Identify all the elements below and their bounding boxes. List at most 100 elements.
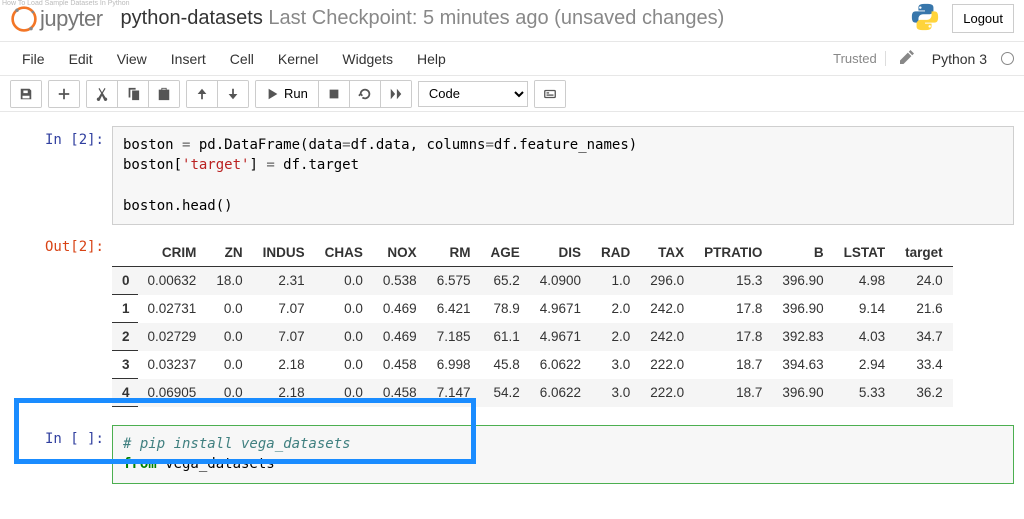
kernel-name[interactable]: Python 3 bbox=[928, 51, 987, 67]
cell-value: 396.90 bbox=[772, 379, 833, 407]
move-up-button[interactable] bbox=[187, 81, 218, 107]
input-prompt: In [ ]: bbox=[20, 425, 112, 484]
cell-value: 0.0 bbox=[315, 267, 373, 295]
interrupt-button[interactable] bbox=[319, 81, 350, 107]
trusted-indicator[interactable]: Trusted bbox=[833, 51, 886, 66]
save-button[interactable] bbox=[11, 81, 41, 107]
table-row: 10.027310.07.070.00.4696.42178.94.96712.… bbox=[112, 295, 953, 323]
dataframe-output: CRIMZNINDUSCHASNOXRMAGEDISRADTAXPTRATIOB… bbox=[112, 233, 1014, 413]
jupyter-logo[interactable]: jupyter bbox=[10, 5, 103, 33]
command-palette-button[interactable] bbox=[535, 81, 565, 107]
code-cell-3[interactable]: In [ ]: # pip install vega_datasets from… bbox=[0, 421, 1024, 488]
output-cell-2: Out[2]: CRIMZNINDUSCHASNOXRMAGEDISRADTAX… bbox=[0, 229, 1024, 417]
input-prompt: In [2]: bbox=[20, 126, 112, 225]
column-header: RAD bbox=[591, 239, 640, 267]
menu-edit[interactable]: Edit bbox=[57, 45, 105, 73]
cell-value: 0.0 bbox=[315, 379, 373, 407]
cell-value: 396.90 bbox=[772, 295, 833, 323]
cell-value: 6.0622 bbox=[530, 379, 591, 407]
cell-value: 18.7 bbox=[694, 351, 772, 379]
cell-value: 17.8 bbox=[694, 295, 772, 323]
celltype-select[interactable]: Code bbox=[418, 81, 528, 107]
cell-value: 0.469 bbox=[373, 323, 427, 351]
cell-value: 394.63 bbox=[772, 351, 833, 379]
cell-value: 242.0 bbox=[640, 323, 694, 351]
cell-value: 36.2 bbox=[895, 379, 953, 407]
column-header: ZN bbox=[206, 239, 252, 267]
cell-value: 0.0 bbox=[206, 323, 252, 351]
cell-value: 0.0 bbox=[315, 323, 373, 351]
menu-help[interactable]: Help bbox=[405, 45, 458, 73]
cell-value: 0.0 bbox=[206, 379, 252, 407]
cell-value: 18.0 bbox=[206, 267, 252, 295]
menu-kernel[interactable]: Kernel bbox=[266, 45, 330, 73]
logout-button[interactable]: Logout bbox=[952, 4, 1014, 33]
column-header: INDUS bbox=[253, 239, 315, 267]
cell-value: 0.538 bbox=[373, 267, 427, 295]
cell-value: 15.3 bbox=[694, 267, 772, 295]
code-input[interactable]: # pip install vega_datasets from vega_da… bbox=[112, 425, 1014, 484]
menu-bar: File Edit View Insert Cell Kernel Widget… bbox=[0, 42, 1024, 76]
run-button[interactable]: Run bbox=[256, 81, 319, 107]
column-header: LSTAT bbox=[834, 239, 896, 267]
checkpoint-status: Last Checkpoint: 5 minutes ago bbox=[263, 7, 554, 29]
column-header: DIS bbox=[530, 239, 591, 267]
dataframe-table: CRIMZNINDUSCHASNOXRMAGEDISRADTAXPTRATIOB… bbox=[112, 239, 953, 407]
menu-insert[interactable]: Insert bbox=[159, 45, 218, 73]
menu-cell[interactable]: Cell bbox=[218, 45, 266, 73]
cell-value: 78.9 bbox=[480, 295, 529, 323]
cell-value: 7.07 bbox=[253, 295, 315, 323]
cell-value: 0.469 bbox=[373, 295, 427, 323]
paste-button[interactable] bbox=[149, 81, 179, 107]
notebook-name: python-datasets bbox=[121, 7, 263, 29]
cell-value: 2.0 bbox=[591, 295, 640, 323]
cell-value: 4.9671 bbox=[530, 323, 591, 351]
notebook: In [2]: boston = pd.DataFrame(data=df.da… bbox=[0, 112, 1024, 488]
cell-value: 24.0 bbox=[895, 267, 953, 295]
cell-value: 6.0622 bbox=[530, 351, 591, 379]
table-row: 20.027290.07.070.00.4697.18561.14.96712.… bbox=[112, 323, 953, 351]
cut-button[interactable] bbox=[87, 81, 118, 107]
restart-button[interactable] bbox=[350, 81, 381, 107]
cell-value: 0.00632 bbox=[138, 267, 207, 295]
insert-cell-button[interactable] bbox=[49, 81, 79, 107]
copy-button[interactable] bbox=[118, 81, 149, 107]
edit-icon[interactable] bbox=[894, 50, 920, 67]
cell-value: 0.0 bbox=[315, 351, 373, 379]
cell-value: 2.18 bbox=[253, 351, 315, 379]
cell-value: 21.6 bbox=[895, 295, 953, 323]
move-down-button[interactable] bbox=[218, 81, 248, 107]
cell-value: 242.0 bbox=[640, 295, 694, 323]
python-icon bbox=[910, 2, 940, 35]
column-header: NOX bbox=[373, 239, 427, 267]
restart-run-button[interactable] bbox=[381, 81, 411, 107]
toolbar: Run Code bbox=[0, 76, 1024, 112]
column-header: PTRATIO bbox=[694, 239, 772, 267]
table-row: 40.069050.02.180.00.4587.14754.26.06223.… bbox=[112, 379, 953, 407]
cell-value: 0.0 bbox=[315, 295, 373, 323]
notebook-title[interactable]: python-datasets Last Checkpoint: 5 minut… bbox=[121, 7, 899, 30]
cell-value: 0.0 bbox=[206, 351, 252, 379]
cell-value: 3.0 bbox=[591, 379, 640, 407]
cell-value: 0.03237 bbox=[138, 351, 207, 379]
code-input[interactable]: boston = pd.DataFrame(data=df.data, colu… bbox=[112, 126, 1014, 225]
output-prompt: Out[2]: bbox=[20, 233, 112, 413]
menu-view[interactable]: View bbox=[105, 45, 159, 73]
cell-value: 7.147 bbox=[427, 379, 481, 407]
row-index: 3 bbox=[112, 351, 138, 379]
table-row: 30.032370.02.180.00.4586.99845.86.06223.… bbox=[112, 351, 953, 379]
jupyter-wordmark: jupyter bbox=[40, 6, 103, 32]
kernel-status-icon bbox=[1001, 52, 1014, 65]
row-index: 0 bbox=[112, 267, 138, 295]
cell-value: 6.421 bbox=[427, 295, 481, 323]
menu-widgets[interactable]: Widgets bbox=[330, 45, 405, 73]
window-caption: How To Load Sample Datasets In Python bbox=[2, 0, 130, 7]
unsaved-status: (unsaved changes) bbox=[554, 7, 724, 29]
cell-value: 296.0 bbox=[640, 267, 694, 295]
cell-value: 18.7 bbox=[694, 379, 772, 407]
cell-value: 0.02729 bbox=[138, 323, 207, 351]
column-header: TAX bbox=[640, 239, 694, 267]
menu-file[interactable]: File bbox=[10, 45, 57, 73]
code-cell-2[interactable]: In [2]: boston = pd.DataFrame(data=df.da… bbox=[0, 122, 1024, 229]
row-index: 4 bbox=[112, 379, 138, 407]
